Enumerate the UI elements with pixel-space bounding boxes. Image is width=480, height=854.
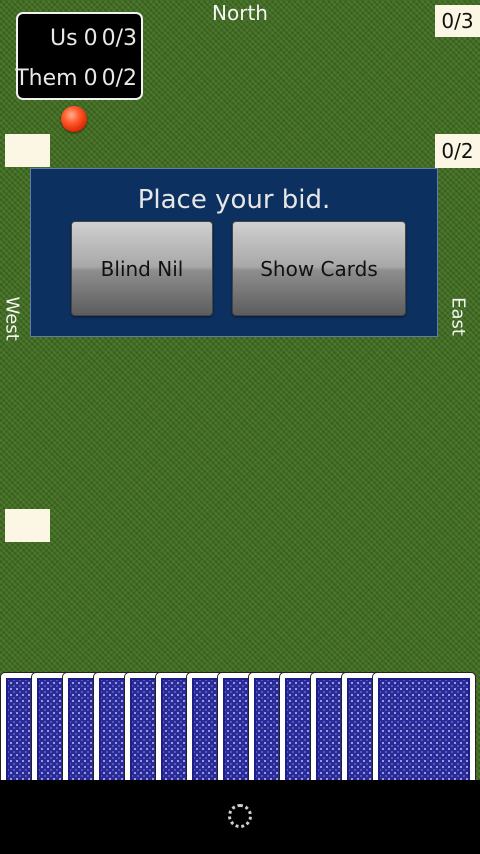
team-them-points: 0 <box>83 66 98 91</box>
scoreboard: Us 0 0/3 Them 0 0/2 <box>15 12 143 100</box>
bid-prompt: Place your bid. <box>137 185 331 215</box>
north-bid-badge: 0/3 <box>435 5 480 37</box>
blind-nil-button[interactable]: Blind Nil <box>71 221 213 316</box>
score-row-them: Them 0 0/2 <box>9 66 137 91</box>
south-bid-badge <box>5 509 50 542</box>
loading-spinner-icon <box>228 804 252 828</box>
card-back-pattern <box>378 678 470 780</box>
team-them-bags: 0/2 <box>101 66 137 91</box>
hand-card[interactable] <box>372 672 476 780</box>
player-hand <box>0 672 480 780</box>
dealer-marker-icon <box>61 106 87 132</box>
score-row-us: Us 0 0/3 <box>44 26 137 51</box>
west-seat-label: West <box>1 296 23 341</box>
team-them-label: Them <box>15 66 78 91</box>
bid-dialog: Place your bid. Blind Nil Show Cards <box>30 168 438 337</box>
east-bid-badge: 0/2 <box>435 134 480 168</box>
team-us-label: Us <box>50 26 78 51</box>
team-us-bags: 0/3 <box>101 26 137 51</box>
west-bid-badge <box>5 134 50 167</box>
show-cards-button[interactable]: Show Cards <box>232 221 406 316</box>
team-us-points: 0 <box>83 26 98 51</box>
game-table: North West East Us 0 0/3 Them 0 0/2 0/3 0/2 … <box>0 0 480 780</box>
east-seat-label: East <box>447 297 469 336</box>
